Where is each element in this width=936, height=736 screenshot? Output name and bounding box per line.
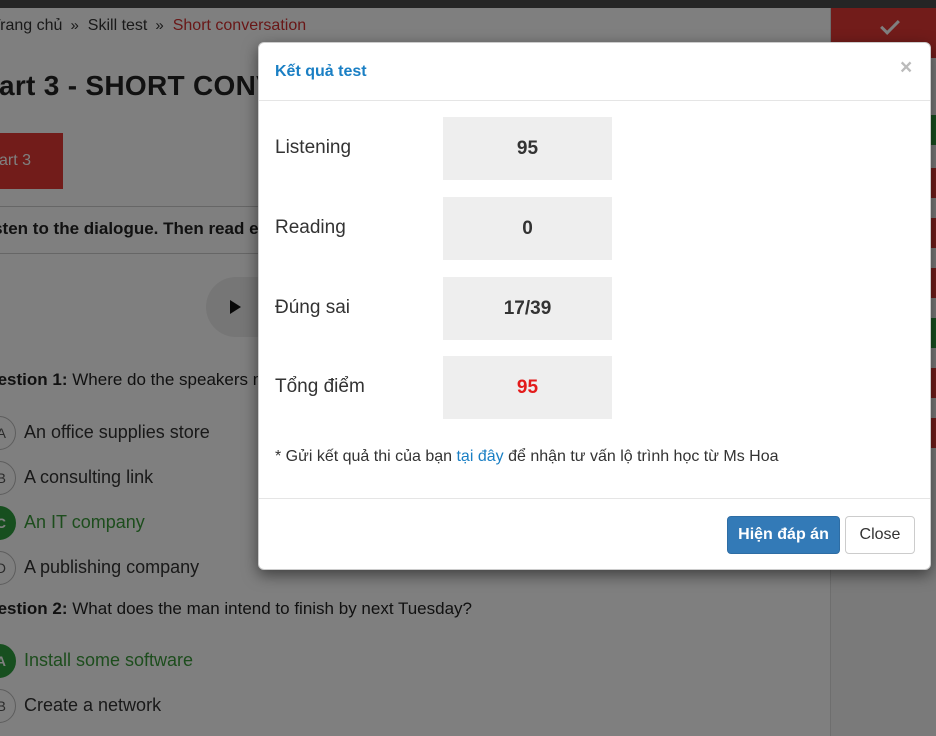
score-value: 95 [443, 117, 612, 180]
score-value: 17/39 [443, 277, 612, 340]
total-score-value: 95 [443, 356, 612, 419]
note-prefix: * Gửi kết quả thi của bạn [275, 448, 457, 465]
result-modal: Kết quả test × Listening 95 Reading 0 Đú… [258, 42, 931, 570]
note-link[interactable]: tại đây [456, 448, 503, 465]
show-answers-button[interactable]: Hiện đáp án [727, 516, 840, 554]
close-button[interactable]: Close [845, 516, 915, 554]
score-label: Tổng điểm [275, 376, 365, 397]
score-row-total: Tổng điểm 95 [275, 356, 615, 419]
result-note: * Gửi kết quả thi của bạn tại đây để nhậ… [275, 448, 779, 466]
score-label: Đúng sai [275, 297, 350, 318]
close-icon[interactable]: × [900, 57, 912, 78]
score-value: 0 [443, 197, 612, 260]
modal-title: Kết quả test [275, 63, 367, 80]
score-row-listening: Listening 95 [275, 117, 615, 180]
score-label: Listening [275, 137, 352, 158]
score-row-reading: Reading 0 [275, 197, 615, 260]
modal-footer-divider [259, 498, 930, 499]
score-row-correct-count: Đúng sai 17/39 [275, 277, 615, 340]
modal-header: Kết quả test × [259, 43, 930, 101]
score-label: Reading [275, 217, 346, 238]
note-suffix: để nhận tư vấn lộ trình học từ Ms Hoa [503, 448, 779, 465]
